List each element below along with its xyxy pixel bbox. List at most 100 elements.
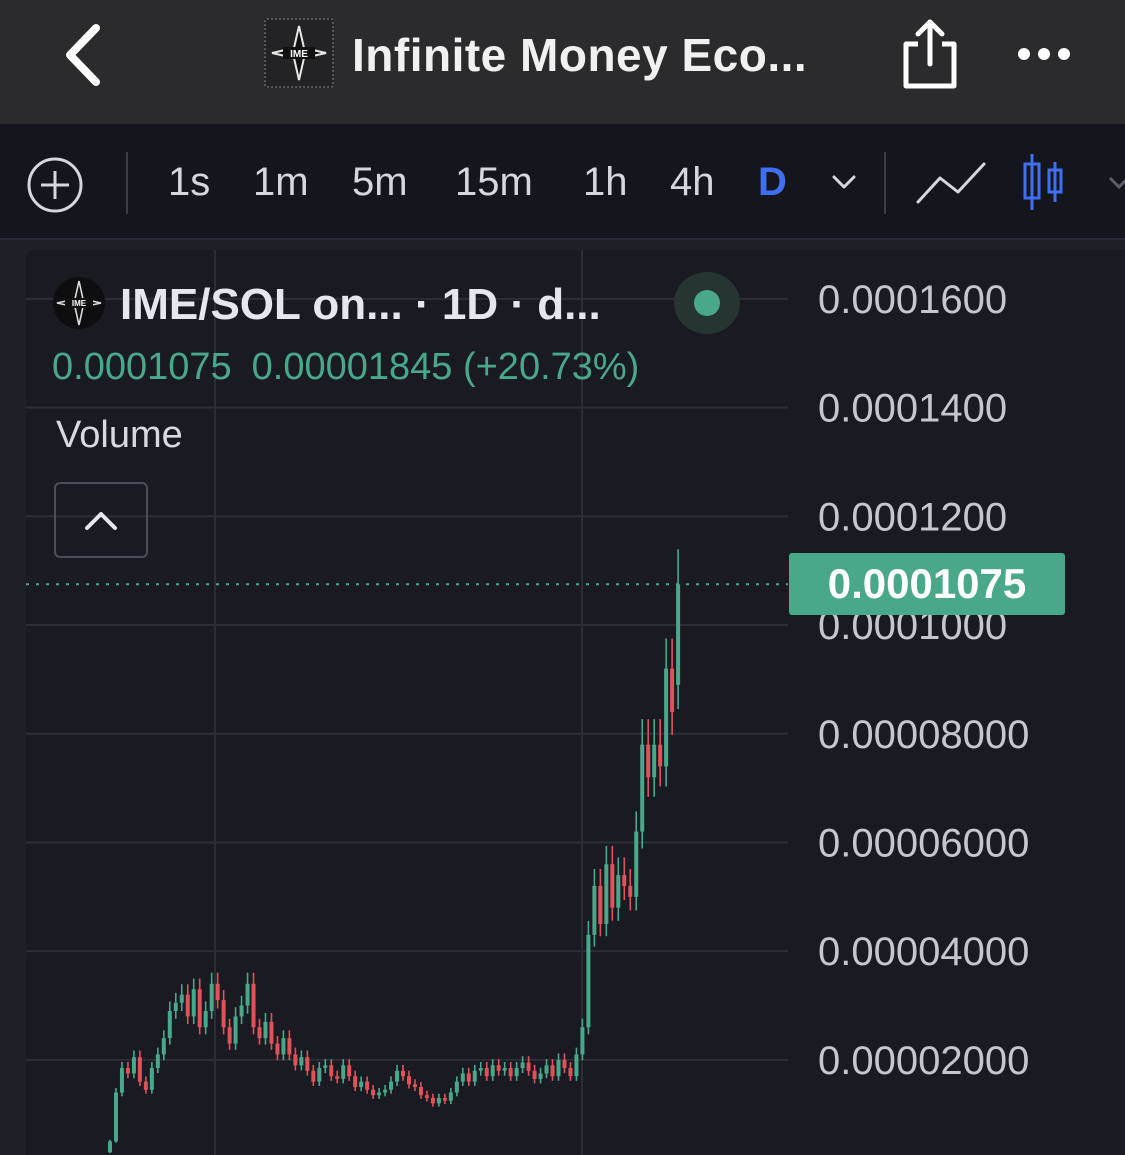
candle-body (586, 934, 591, 1028)
candle-body (424, 1095, 429, 1098)
candle-body (365, 1081, 370, 1090)
candle-body (383, 1089, 388, 1093)
back-chevron-icon[interactable] (58, 20, 108, 90)
star-logo-icon: IME (271, 25, 327, 81)
y-tick-label: 0.00008000 (818, 713, 1029, 757)
candle-body (161, 1038, 166, 1055)
candle-body (251, 983, 256, 1028)
candle-body (173, 1002, 178, 1011)
collapse-legend-button[interactable] (54, 482, 148, 558)
candle-body (347, 1065, 352, 1077)
live-dot-icon (694, 290, 720, 316)
candle-body (233, 1016, 238, 1044)
candle-body (496, 1065, 501, 1071)
candlestick-chart-icon[interactable] (1020, 152, 1068, 212)
candle-body (311, 1070, 316, 1082)
candle-body (113, 1092, 118, 1142)
last-price: 0.0001075 (52, 346, 232, 388)
candle-body (562, 1059, 567, 1069)
candle-body (227, 1027, 232, 1044)
timeframe-1h[interactable]: 1h (583, 160, 628, 205)
candle-body (137, 1057, 142, 1082)
add-indicator-icon[interactable] (26, 156, 84, 214)
candle-body (598, 885, 603, 924)
candle-body (131, 1057, 136, 1074)
candle-body (604, 864, 609, 924)
price-change: 0.00001845 (+20.73%) (251, 346, 640, 388)
candle-body (646, 744, 651, 778)
candle-body (454, 1081, 459, 1093)
candle-body (670, 668, 675, 713)
more-options-icon[interactable] (1012, 36, 1076, 72)
candle-body (430, 1097, 435, 1104)
candle-body (658, 744, 663, 767)
token-logo: IME (264, 18, 334, 88)
timeframe-4h[interactable]: 4h (670, 160, 715, 205)
candle-body (436, 1097, 441, 1104)
candle-body (317, 1068, 322, 1082)
pair-logo-icon: IME (53, 277, 105, 329)
candle-body (341, 1065, 346, 1079)
current-price-tag: 0.0001075 (789, 553, 1065, 616)
share-icon[interactable] (898, 16, 962, 92)
y-tick-label: 0.0001200 (818, 495, 1007, 539)
candle-body (263, 1021, 268, 1039)
candle-body (484, 1068, 489, 1077)
candle-body (275, 1043, 280, 1055)
page-title: Infinite Money Eco... (352, 29, 808, 81)
candle-body (125, 1068, 130, 1074)
candle-body (478, 1068, 483, 1071)
candle-body (323, 1065, 328, 1069)
volume-label[interactable]: Volume (56, 414, 183, 457)
candle-body (466, 1073, 471, 1082)
candle-body (490, 1065, 495, 1077)
candle-body (149, 1068, 154, 1090)
timeframe-5m[interactable]: 5m (352, 160, 408, 205)
candle-body (556, 1059, 561, 1077)
live-status-indicator (674, 272, 740, 334)
candle-body (520, 1062, 525, 1069)
toolbar-divider (884, 152, 886, 214)
candle-body (197, 989, 202, 1028)
timeframe-dropdown-chevron-icon[interactable] (830, 168, 858, 196)
toolbar-divider (126, 152, 128, 214)
timeframe-1m[interactable]: 1m (253, 160, 309, 205)
candle-body (191, 989, 196, 1017)
candle-body (281, 1038, 286, 1055)
candle-body (293, 1054, 298, 1066)
timeframe-15m[interactable]: 15m (455, 160, 533, 205)
pair-name[interactable]: IME/SOL on... · 1D · d... (120, 280, 601, 330)
price-chart-panel[interactable]: 0.0001600 0.0001400 0.0001200 0.0001000 0.00… (26, 250, 1125, 1155)
candle-body (143, 1081, 148, 1090)
candle-body (119, 1068, 124, 1093)
candle-body (580, 1027, 585, 1055)
candle-body (460, 1073, 465, 1082)
chevron-up-icon (85, 512, 117, 530)
candle-body (287, 1038, 292, 1055)
candle-body (245, 983, 250, 1006)
candle-body (257, 1027, 262, 1039)
candle-body (335, 1076, 340, 1079)
candle-body (215, 983, 220, 1001)
candle-body (203, 1010, 208, 1028)
candle-body (610, 864, 615, 908)
line-chart-icon[interactable] (914, 158, 988, 208)
candle-body (395, 1070, 400, 1082)
candle-body (401, 1070, 406, 1077)
candle-body (502, 1068, 507, 1071)
price-summary: 0.0001075 0.00001845 (+20.73%) (52, 346, 659, 389)
candle-body (412, 1084, 417, 1088)
candle-body (664, 668, 669, 767)
timeframe-d[interactable]: D (758, 160, 787, 205)
price-axis: 0.00016000.00014000.00012000.00010000.00… (818, 278, 1029, 1083)
candle-body (389, 1081, 394, 1090)
candle-body (377, 1092, 382, 1096)
candle-body (299, 1057, 304, 1066)
chevron-down-icon (1108, 176, 1125, 190)
candle-body (640, 744, 645, 832)
candle-body (209, 983, 214, 1011)
timeframe-1s[interactable]: 1s (168, 160, 210, 205)
candle-body (305, 1057, 310, 1071)
candle-body (622, 875, 627, 886)
candles (108, 549, 681, 1154)
